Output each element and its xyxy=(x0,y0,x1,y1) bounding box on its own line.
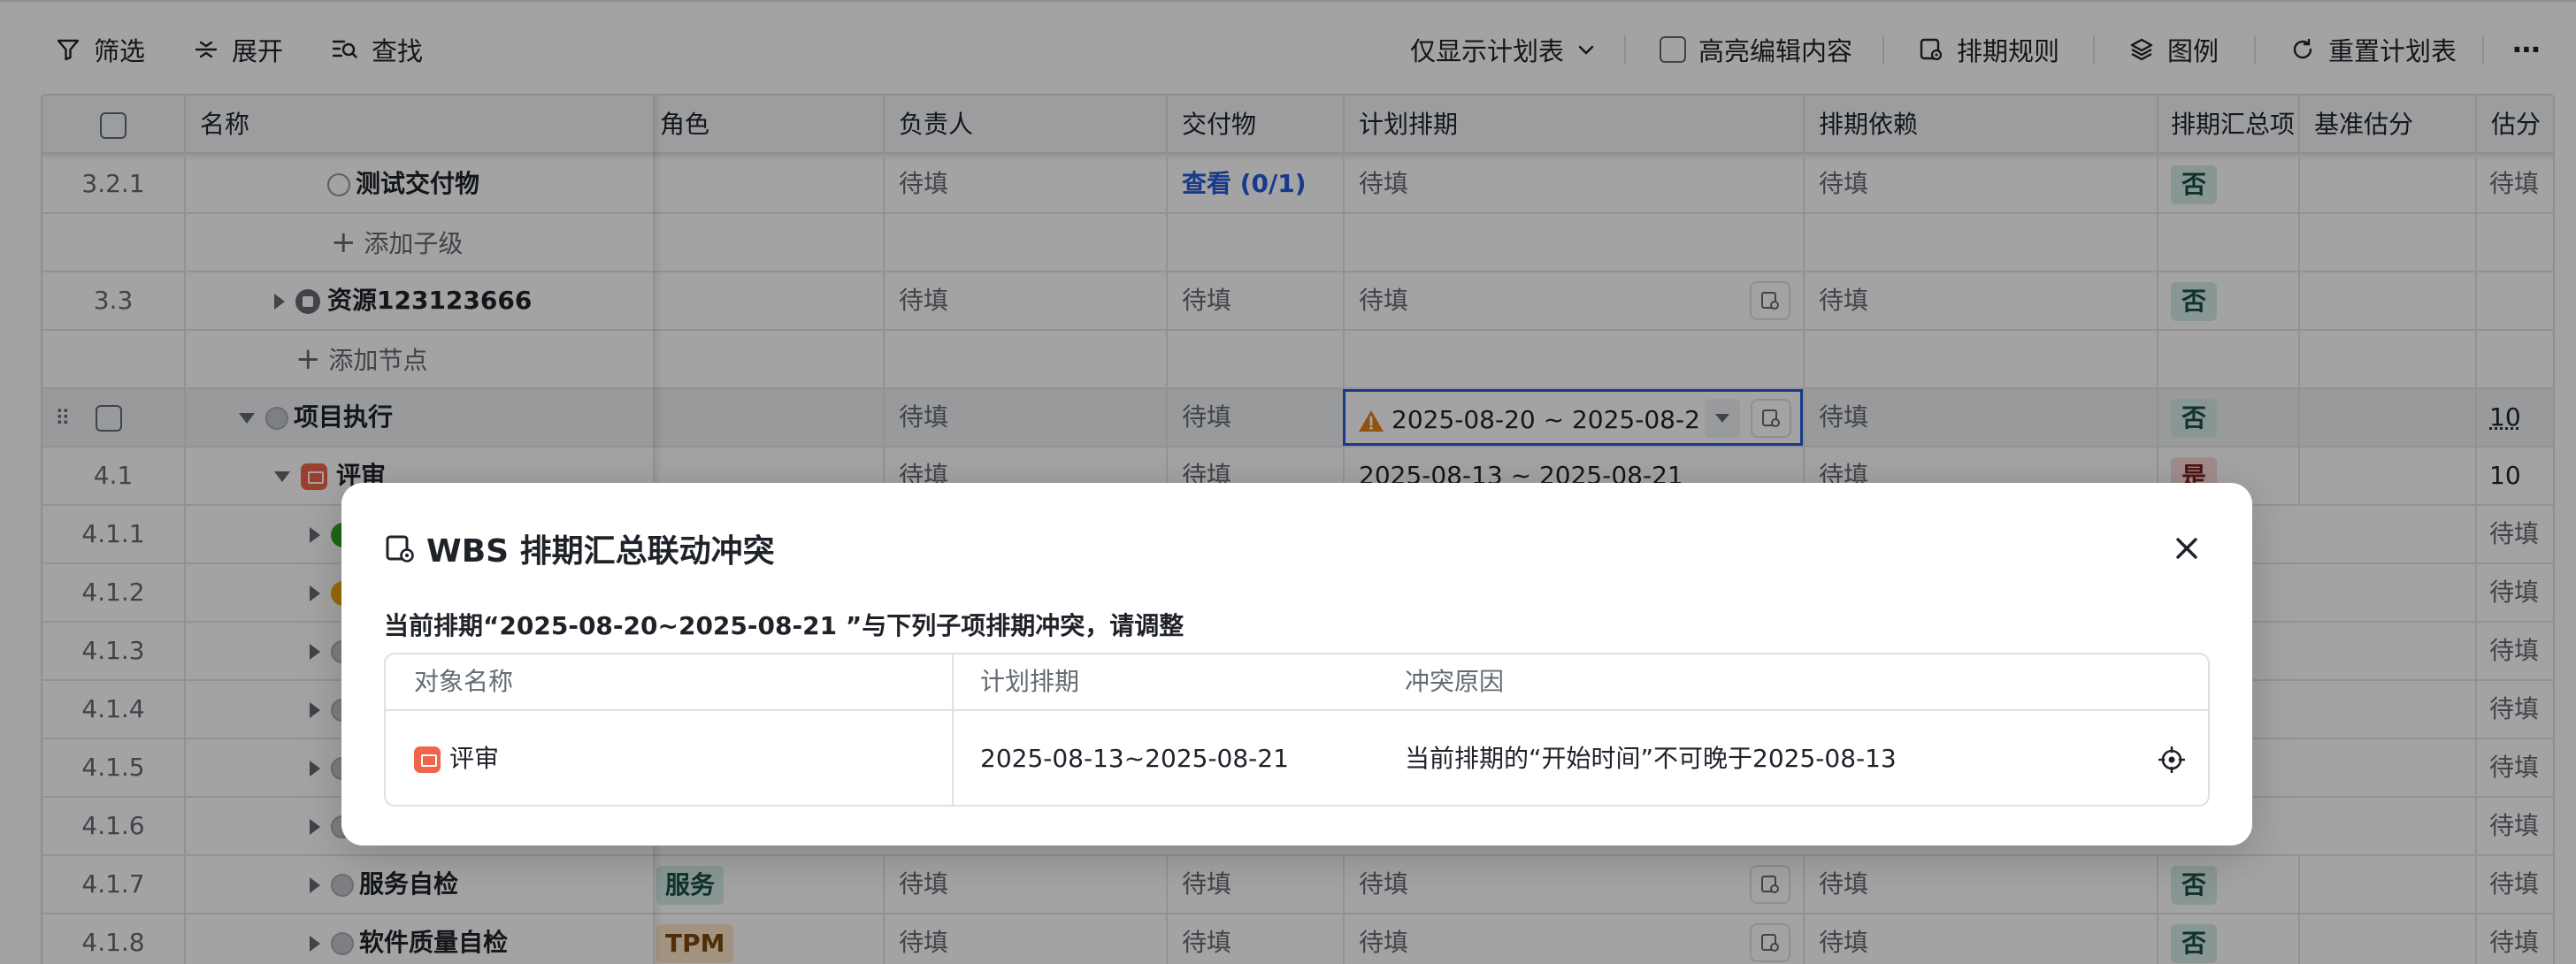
close-button[interactable] xyxy=(2167,529,2206,568)
review-icon xyxy=(414,746,441,773)
header-reason: 冲突原因 xyxy=(1405,654,1504,709)
close-icon xyxy=(2174,536,2199,561)
conflict-reason: 当前排期的“开始时间”不可晚于2025-08-13 xyxy=(1405,711,1897,807)
conflict-message: 当前排期“2025-08-20~2025-08-21 ”与下列子项排期冲突，请调… xyxy=(384,607,1184,642)
dialog-title: WBS 排期汇总联动冲突 xyxy=(384,527,775,570)
conflict-object: 评审 xyxy=(414,711,499,807)
conflict-table: 对象名称 计划排期 冲突原因 评审 2025-08-13~2025-08-21 … xyxy=(384,653,2210,807)
locate-button[interactable] xyxy=(2158,746,2185,773)
header-plan: 计划排期 xyxy=(980,654,1079,709)
dialog-title-text: WBS 排期汇总联动冲突 xyxy=(426,525,775,571)
conflict-plan: 2025-08-13~2025-08-21 xyxy=(980,711,1289,807)
conflict-row[interactable]: 评审 2025-08-13~2025-08-21 当前排期的“开始时间”不可晚于… xyxy=(386,711,2208,807)
header-object: 对象名称 xyxy=(414,654,513,709)
conflict-object-name: 评审 xyxy=(449,744,499,773)
calendar-gear-icon xyxy=(384,532,416,564)
conflict-dialog: WBS 排期汇总联动冲突 当前排期“2025-08-20~2025-08-21 … xyxy=(341,483,2252,845)
locate-icon xyxy=(2158,746,2185,773)
conflict-table-header: 对象名称 计划排期 冲突原因 xyxy=(386,654,2208,711)
